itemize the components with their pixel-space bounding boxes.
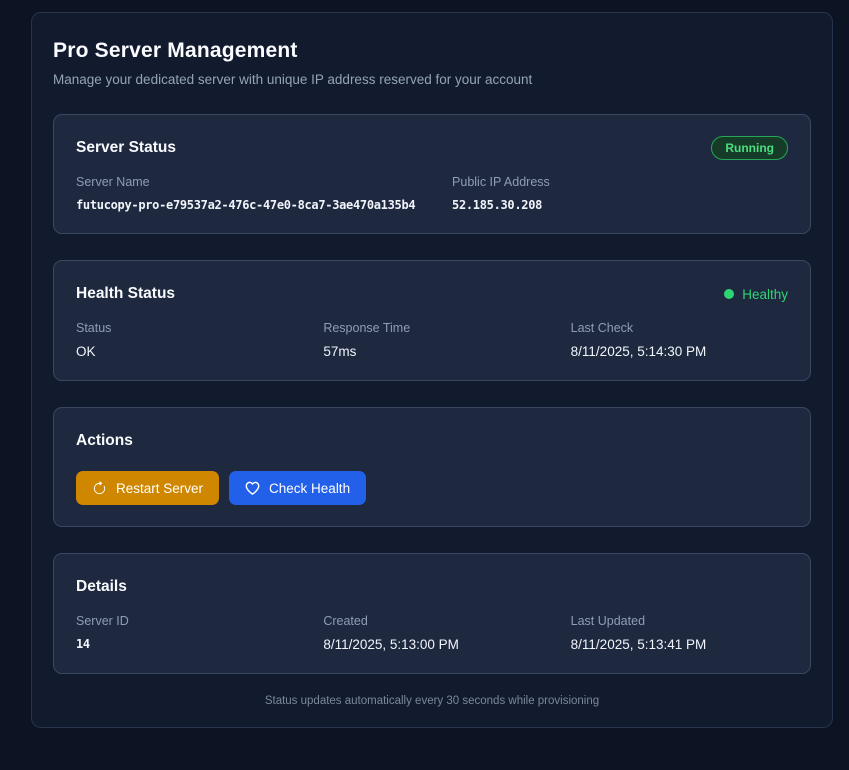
created-field: Created 8/11/2025, 5:13:00 PM	[323, 614, 540, 652]
running-status-badge: Running	[711, 136, 788, 160]
response-time-field: Response Time 57ms	[323, 321, 540, 359]
status-label: Status	[76, 321, 293, 335]
health-status-card: Health Status Healthy Status OK Response…	[53, 260, 811, 381]
last-updated-value: 8/11/2025, 5:13:41 PM	[571, 637, 788, 652]
health-status-header: Health Status Healthy	[76, 282, 788, 306]
server-status-title: Server Status	[76, 139, 176, 157]
auto-update-note: Status updates automatically every 30 se…	[53, 695, 811, 707]
last-check-field: Last Check 8/11/2025, 5:14:30 PM	[571, 321, 788, 359]
details-card: Details Server ID 14 Created 8/11/2025, …	[53, 553, 811, 674]
created-label: Created	[323, 614, 540, 628]
restart-server-label: Restart Server	[116, 481, 203, 496]
heart-icon	[245, 481, 260, 496]
last-check-value: 8/11/2025, 5:14:30 PM	[571, 344, 788, 359]
healthy-indicator: Healthy	[724, 287, 788, 302]
server-name-field: Server Name futucopy-pro-e79537a2-476c-4…	[76, 175, 422, 212]
details-fields: Server ID 14 Created 8/11/2025, 5:13:00 …	[76, 614, 788, 652]
health-status-fields: Status OK Response Time 57ms Last Check …	[76, 321, 788, 359]
server-id-field: Server ID 14	[76, 614, 293, 652]
created-value: 8/11/2025, 5:13:00 PM	[323, 637, 540, 652]
server-status-header: Server Status Running	[76, 136, 788, 160]
status-value: OK	[76, 344, 293, 359]
server-name-label: Server Name	[76, 175, 422, 189]
restart-server-button[interactable]: Restart Server	[76, 471, 219, 505]
pro-server-management-panel: Pro Server Management Manage your dedica…	[31, 12, 833, 728]
last-updated-field: Last Updated 8/11/2025, 5:13:41 PM	[571, 614, 788, 652]
server-status-fields: Server Name futucopy-pro-e79537a2-476c-4…	[76, 175, 788, 212]
last-check-label: Last Check	[571, 321, 788, 335]
server-id-label: Server ID	[76, 614, 293, 628]
check-health-button[interactable]: Check Health	[229, 471, 366, 505]
server-id-value: 14	[76, 637, 293, 651]
page-subtitle: Manage your dedicated server with unique…	[53, 72, 811, 87]
dot-icon	[724, 289, 734, 299]
actions-header: Actions	[76, 429, 788, 453]
status-field: Status OK	[76, 321, 293, 359]
healthy-indicator-label: Healthy	[742, 287, 788, 302]
health-status-title: Health Status	[76, 285, 175, 303]
actions-card: Actions Restart Server Check Healt	[53, 407, 811, 527]
server-name-value: futucopy-pro-e79537a2-476c-47e0-8ca7-3ae…	[76, 198, 422, 212]
last-updated-label: Last Updated	[571, 614, 788, 628]
page-title: Pro Server Management	[53, 39, 811, 63]
public-ip-field: Public IP Address 52.185.30.208	[452, 175, 788, 212]
actions-button-row: Restart Server Check Health	[76, 471, 788, 505]
check-health-label: Check Health	[269, 481, 350, 496]
details-header: Details	[76, 575, 788, 599]
public-ip-label: Public IP Address	[452, 175, 788, 189]
public-ip-value: 52.185.30.208	[452, 198, 788, 212]
details-title: Details	[76, 578, 127, 596]
response-time-label: Response Time	[323, 321, 540, 335]
refresh-icon	[92, 481, 107, 496]
response-time-value: 57ms	[323, 344, 540, 359]
server-status-card: Server Status Running Server Name futuco…	[53, 114, 811, 234]
actions-title: Actions	[76, 432, 133, 450]
